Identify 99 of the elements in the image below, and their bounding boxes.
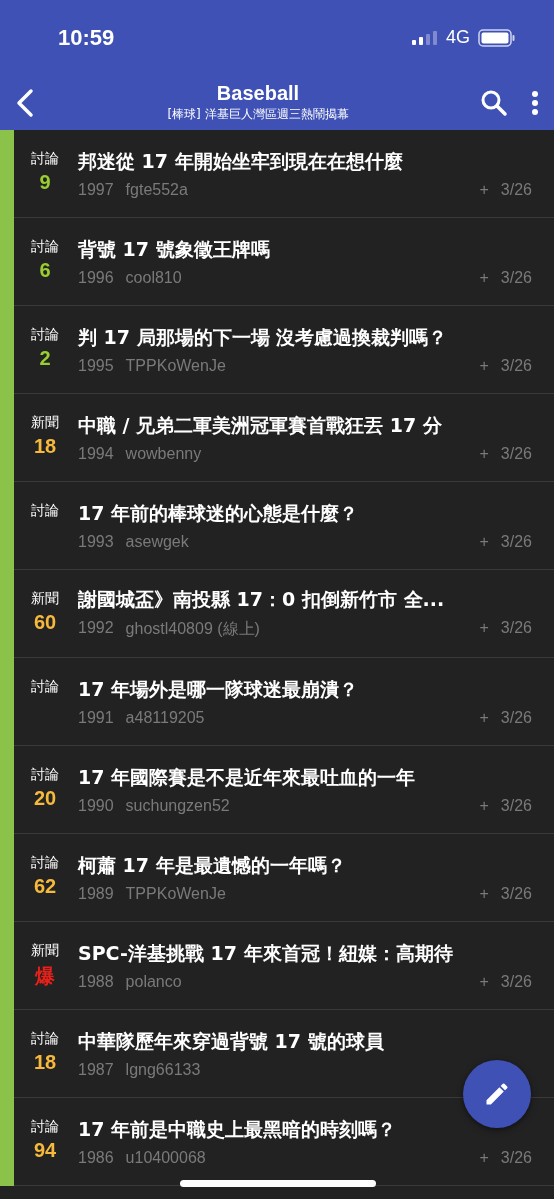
post-mark: + bbox=[479, 268, 489, 287]
post-date: 3/26 bbox=[500, 884, 532, 903]
post-author: asewgek bbox=[125, 532, 190, 551]
post-title: 謝國城盃》南投縣 17：0 扣倒新竹市 全... bbox=[78, 587, 446, 612]
more-icon bbox=[530, 89, 540, 116]
post-row[interactable]: 新聞 60 謝國城盃》南投縣 17：0 扣倒新竹市 全... 1992 ghostl40809 (線上) + 3/26 bbox=[14, 570, 554, 658]
post-title: 判 17 局那場的下一場 沒考慮過換裁判嗎？ bbox=[78, 324, 449, 350]
post-number: 1992 bbox=[78, 619, 114, 638]
post-author: TPPKoWenJe bbox=[125, 356, 227, 375]
post-row[interactable]: 討論 17 年場外是哪一隊球迷最崩潰？ 1991 a48119205 + 3/26 bbox=[14, 658, 554, 746]
post-number: 1996 bbox=[78, 268, 114, 287]
post-score: 20 bbox=[33, 787, 57, 811]
post-author: lgng66133 bbox=[125, 1060, 202, 1079]
post-author: suchungzen52 bbox=[125, 796, 231, 815]
post-date: 3/26 bbox=[500, 532, 532, 551]
post-row[interactable]: 討論 20 17 年國際賽是不是近年來最吐血的一年 1990 suchungzen52 + 3/26 bbox=[14, 746, 554, 834]
post-author: a48119205 bbox=[125, 708, 206, 727]
post-row[interactable]: 討論 9 邦迷從 17 年開始坐牢到現在在想什麼 1997 fgte552a + 3/26 bbox=[14, 130, 554, 218]
post-row[interactable]: 討論 17 年前的棒球迷的心態是什麼？ 1993 asewgek + 3/26 bbox=[14, 482, 554, 570]
post-author: polanco bbox=[125, 972, 183, 991]
post-score: 2 bbox=[39, 347, 51, 371]
post-date: 3/26 bbox=[500, 444, 532, 463]
status-time: 10:59 bbox=[58, 24, 116, 51]
post-score: 9 bbox=[39, 171, 51, 195]
post-mark: + bbox=[479, 444, 489, 463]
post-number: 1994 bbox=[78, 444, 114, 463]
post-mark: + bbox=[479, 356, 489, 375]
post-category: 討論 bbox=[31, 854, 59, 872]
post-title: 17 年國際賽是不是近年來最吐血的一年 bbox=[78, 764, 417, 790]
post-number: 1988 bbox=[78, 972, 114, 991]
post-number: 1991 bbox=[78, 708, 114, 727]
post-category: 新聞 bbox=[31, 414, 59, 432]
post-date: 3/26 bbox=[500, 356, 532, 375]
post-author: TPPKoWenJe bbox=[125, 884, 227, 903]
post-author: wowbenny bbox=[125, 444, 203, 463]
post-mark: + bbox=[479, 532, 489, 551]
post-score: 94 bbox=[33, 1139, 57, 1163]
post-mark: + bbox=[479, 972, 489, 991]
post-row[interactable]: 討論 62 柯蕭 17 年是最遺憾的一年嗎？ 1989 TPPKoWenJe + 3/26 bbox=[14, 834, 554, 922]
post-category: 新聞 bbox=[31, 942, 59, 960]
post-number: 1987 bbox=[78, 1060, 114, 1079]
network-label: 4G bbox=[446, 27, 470, 48]
post-title: 中華隊歷年來穿過背號 17 號的球員 bbox=[78, 1028, 385, 1054]
post-mark: + bbox=[479, 619, 489, 638]
post-category: 新聞 bbox=[31, 590, 59, 608]
post-title: 17 年前的棒球迷的心態是什麼？ bbox=[78, 500, 360, 526]
post-category: 討論 bbox=[31, 326, 59, 344]
post-date: 3/26 bbox=[500, 972, 532, 991]
post-number: 1990 bbox=[78, 796, 114, 815]
post-score: 爆 bbox=[35, 964, 55, 989]
post-category: 討論 bbox=[31, 238, 59, 256]
post-title: 中職 / 兄弟二軍美洲冠軍賽首戰狂丟 17 分 bbox=[78, 412, 443, 438]
post-score: 18 bbox=[33, 435, 57, 459]
post-mark: + bbox=[479, 884, 489, 903]
post-author: u10400068 bbox=[125, 1148, 207, 1167]
post-date: 3/26 bbox=[500, 1148, 532, 1167]
post-mark: + bbox=[479, 708, 489, 727]
post-mark: + bbox=[479, 1148, 489, 1167]
post-score: 6 bbox=[39, 259, 51, 283]
post-score: 18 bbox=[33, 1051, 57, 1075]
signal-icon bbox=[412, 30, 438, 45]
post-number: 1989 bbox=[78, 884, 114, 903]
post-date: 3/26 bbox=[500, 708, 532, 727]
post-score: 62 bbox=[33, 875, 57, 899]
post-number: 1993 bbox=[78, 532, 114, 551]
post-number: 1995 bbox=[78, 356, 114, 375]
post-date: 3/26 bbox=[500, 619, 532, 638]
post-number: 1986 bbox=[78, 1148, 114, 1167]
post-category: 討論 bbox=[31, 1118, 59, 1136]
search-icon bbox=[480, 88, 508, 117]
post-row[interactable]: 新聞 18 中職 / 兄弟二軍美洲冠軍賽首戰狂丟 17 分 1994 wowbenny + 3/26 bbox=[14, 394, 554, 482]
post-score: 60 bbox=[33, 611, 57, 635]
post-author: ghostl40809 (線上) bbox=[125, 619, 261, 639]
post-category: 討論 bbox=[31, 502, 59, 520]
post-title: 邦迷從 17 年開始坐牢到現在在想什麼 bbox=[78, 148, 404, 174]
post-category: 討論 bbox=[31, 1030, 59, 1048]
post-category: 討論 bbox=[31, 150, 59, 168]
battery-icon bbox=[478, 28, 516, 47]
post-author: cool810 bbox=[125, 268, 183, 287]
post-row[interactable]: 討論 6 背號 17 號象徵王牌嗎 1996 cool810 + 3/26 bbox=[14, 218, 554, 306]
post-date: 3/26 bbox=[500, 180, 532, 199]
post-mark: + bbox=[479, 796, 489, 815]
post-title: 17 年前是中職史上最黑暗的時刻嗎？ bbox=[78, 1116, 398, 1142]
board-subtitle: [棒球] 洋基巨人灣區週三熱鬧揭幕 bbox=[167, 106, 349, 123]
post-category: 討論 bbox=[31, 766, 59, 784]
post-date: 3/26 bbox=[500, 796, 532, 815]
post-author: fgte552a bbox=[125, 180, 189, 199]
post-date: 3/26 bbox=[500, 268, 532, 287]
post-number: 1997 bbox=[78, 180, 114, 199]
post-category: 討論 bbox=[31, 678, 59, 696]
post-title: 背號 17 號象徵王牌嗎 bbox=[78, 236, 271, 262]
post-title: 17 年場外是哪一隊球迷最崩潰？ bbox=[78, 676, 360, 702]
back-icon bbox=[14, 87, 36, 118]
post-row[interactable]: 討論 2 判 17 局那場的下一場 沒考慮過換裁判嗎？ 1995 TPPKoWenJe + 3/26 bbox=[14, 306, 554, 394]
post-title: SPC-洋基挑戰 17 年來首冠！紐媒：高期待 bbox=[78, 940, 454, 966]
post-title: 柯蕭 17 年是最遺憾的一年嗎？ bbox=[78, 852, 347, 878]
post-row[interactable]: 新聞 爆 SPC-洋基挑戰 17 年來首冠！紐媒：高期待 1988 polanco + 3/26 bbox=[14, 922, 554, 1010]
post-mark: + bbox=[479, 180, 489, 199]
board-title: Baseball bbox=[216, 82, 300, 105]
